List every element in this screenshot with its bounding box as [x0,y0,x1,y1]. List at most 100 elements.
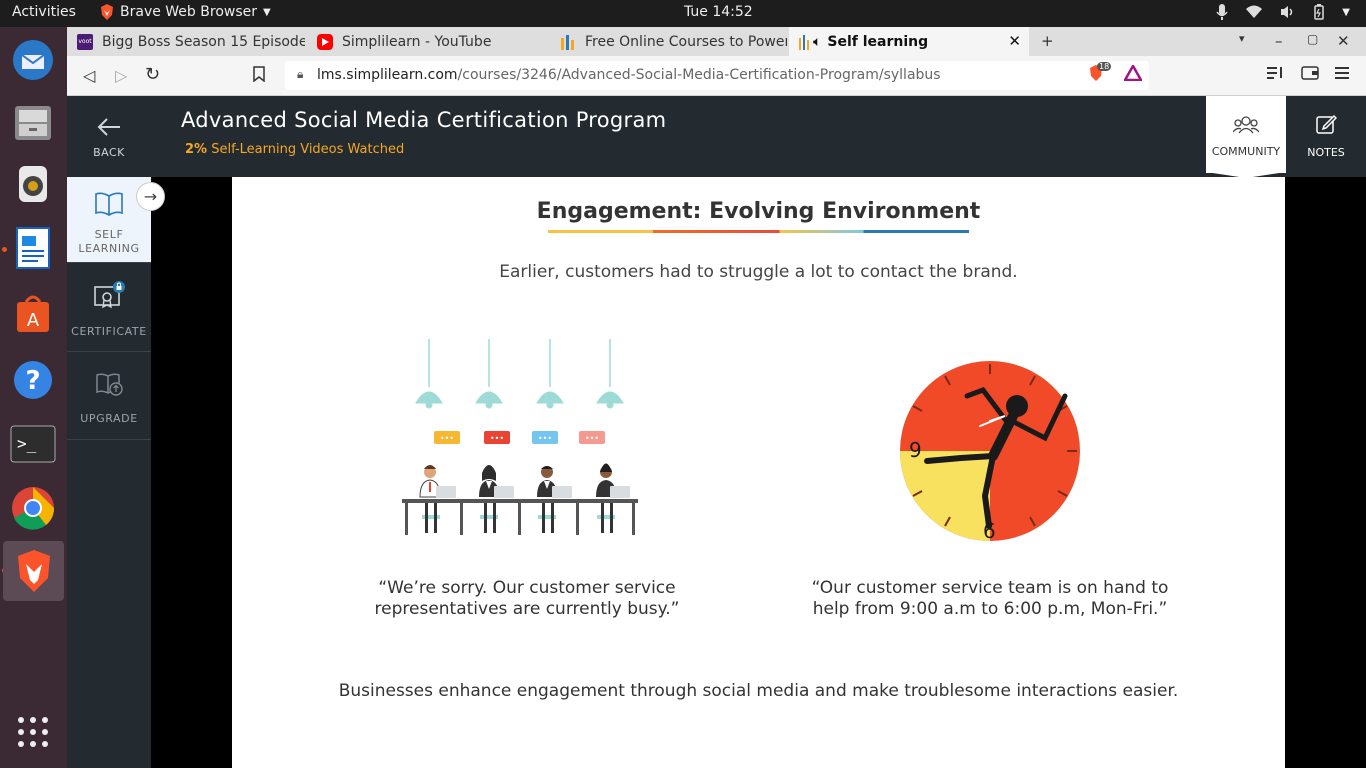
back-nav-icon[interactable]: ◁ [83,66,95,85]
forward-nav-icon[interactable]: ▷ [115,66,127,85]
upgrade-book-icon [67,372,151,402]
svg-text:A: A [27,310,40,331]
left-quote-line-1: “We’re sorry. Our customer service [378,578,676,598]
title-underline [548,230,969,233]
video-slide[interactable]: Engagement: Evolving Environment Earlier… [232,177,1285,768]
volume-icon[interactable] [1280,5,1296,19]
clock-illustration: 9 6 [900,361,1080,543]
simplilearn-favicon-icon [799,34,809,50]
system-menu-chevron-icon[interactable]: ▼ [1342,7,1350,18]
brave-dock-icon[interactable] [3,541,64,601]
notes-button[interactable]: NOTES [1286,96,1366,177]
brave-rewards-icon[interactable] [1122,63,1144,85]
tab-youtube[interactable]: Simplilearn - YouTube [307,27,547,56]
tab-title: Self learning [827,33,929,50]
tab-voot[interactable]: voot Bigg Boss Season 15 Episode [67,27,305,56]
activities-button[interactable]: Activities [12,4,76,20]
new-tab-plus-icon[interactable]: + [1041,32,1054,50]
toolbar: ◁ ▷ ↻ 🔒︎ lms.simplilearn.com/courses/324… [67,56,1366,96]
clock-number-9: 9 [909,438,922,462]
files-icon[interactable] [8,97,58,147]
certificate-icon [93,281,125,315]
brave-shields-icon[interactable]: 18 [1089,62,1112,85]
tab-title: Free Online Courses to Power [585,33,787,50]
shields-count-badge: 18 [1097,62,1112,71]
certificate-label: CERTIFICATE [71,325,147,338]
minimize-icon[interactable]: – [1275,32,1283,50]
clock[interactable]: Tue 14:52 [684,4,753,20]
right-quote: “Our customer service team is on hand to… [792,578,1188,620]
back-label: BACK [93,146,125,159]
reload-icon[interactable]: ↻ [145,64,160,85]
software-center-icon[interactable]: A [8,289,58,339]
writer-icon[interactable] [8,223,58,273]
tab-title: Bigg Boss Season 15 Episode [102,33,305,50]
left-quote: “We’re sorry. Our customer service repre… [362,578,692,620]
youtube-favicon-icon [317,33,333,50]
url-host: lms.simplilearn.com [317,67,458,83]
tab-bar: voot Bigg Boss Season 15 Episode Simplil… [67,27,1366,56]
voot-favicon-icon: voot [77,33,93,50]
right-quote-line-1: “Our customer service team is on hand to [811,578,1169,598]
tab-list-chevron-icon[interactable]: ▾ [1239,32,1245,45]
wifi-icon[interactable] [1246,5,1263,19]
svg-text:•••: ••• [585,434,599,443]
speaker-icon[interactable]: 🔈︎ [813,34,821,50]
progress-text: 2% Self-Learning Videos Watched [185,142,404,157]
system-tray[interactable]: ▼ [1216,3,1350,21]
course-header: BACK Advanced Social Media Certification… [67,96,1366,177]
community-button[interactable]: COMMUNITY [1206,96,1286,173]
battery-icon[interactable] [1314,4,1325,20]
menu-icon[interactable] [1335,66,1349,84]
slide-title: Engagement: Evolving Environment [536,199,981,224]
right-quote-line-2: help from 9:00 a.m to 6:00 p.m, Mon-Fri.… [812,599,1168,619]
svg-text:•••: ••• [440,434,454,443]
close-window-icon[interactable]: ✕ [1337,32,1350,50]
app-menu[interactable]: Brave Web Browser ▼ [100,4,271,20]
rhythmbox-icon[interactable] [8,159,58,209]
sidebar-item-certificate[interactable]: CERTIFICATE [67,263,151,352]
terminal-icon[interactable]: >_ [8,419,58,469]
svg-text:>_: >_ [17,434,37,453]
back-button[interactable]: BACK [67,96,151,177]
progress-percent: 2% [185,142,208,157]
upgrade-label: UPGRADE [80,412,138,425]
call-center-illustration: ••• ••• ••• ••• [402,339,638,535]
tab-free-courses[interactable]: Free Online Courses to Power [550,27,787,56]
bookmark-icon[interactable] [253,66,265,86]
lock-icon[interactable]: 🔒︎ [297,67,303,82]
left-quote-line-2: representatives are currently busy.” [374,599,680,619]
course-sidebar: SELF LEARNING CERTIFICATE UPGRADE [67,177,151,768]
simplilearn-favicon-icon [560,34,576,50]
chrome-icon[interactable] [8,483,58,533]
pendant-lamps [415,339,624,409]
tab-self-learning[interactable]: 🔈︎ Self learning ✕ [789,27,1029,56]
close-tab-icon[interactable]: ✕ [1008,32,1021,50]
edit-note-icon [1286,113,1366,140]
thunderbird-icon[interactable] [8,35,58,85]
url-path: /courses/3246/Advanced-Social-Media-Cert… [457,67,941,83]
show-apps-icon[interactable] [8,707,58,757]
svg-text:?: ? [25,366,40,396]
tab-title: Simplilearn - YouTube [342,33,492,50]
microphone-icon[interactable] [1216,3,1228,21]
playlist-icon[interactable] [1267,66,1283,84]
help-icon[interactable]: ? [8,355,58,405]
svg-text:•••: ••• [538,434,552,443]
people-icon [1206,116,1286,139]
wallet-icon[interactable] [1301,66,1319,84]
self-learning-label-2: LEARNING [78,242,140,255]
clock-number-6: 6 [983,519,996,543]
sidebar-item-upgrade[interactable]: UPGRADE [67,352,151,440]
community-label: COMMUNITY [1211,145,1281,158]
expand-sidebar-button[interactable]: → [136,182,165,211]
slide-subtitle: Earlier, customers had to struggle a lot… [499,262,1018,282]
maximize-icon[interactable]: ▢ [1307,32,1318,46]
progress-label: Self-Learning Videos Watched [211,142,405,157]
chat-bubbles: ••• ••• ••• ••• [434,431,605,444]
address-bar[interactable]: 🔒︎ lms.simplilearn.com/courses/3246/Adva… [285,61,1149,90]
dock: A ? >_ [0,27,67,768]
system-top-bar: Activities Brave Web Browser ▼ Tue 14:52… [0,0,1366,27]
chevron-down-icon: ▼ [263,6,271,18]
svg-text:•••: ••• [490,434,504,443]
